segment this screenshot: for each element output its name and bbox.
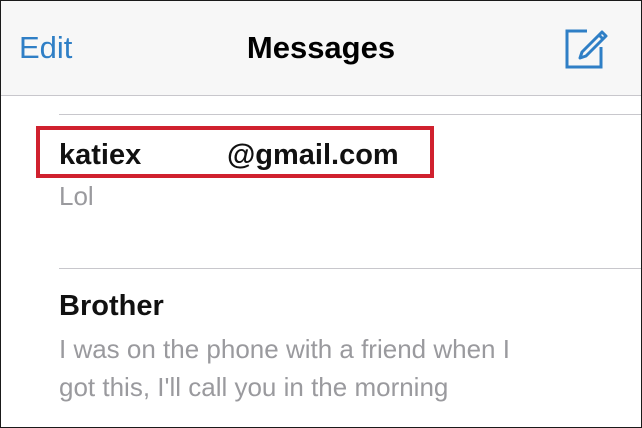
message-preview-line: got this, I'll call you in the morning xyxy=(59,372,449,402)
list-separator xyxy=(59,114,641,115)
list-separator xyxy=(59,268,641,269)
sender-name: Brother xyxy=(59,290,164,322)
page-title: Messages xyxy=(246,30,396,65)
message-preview-line: I was on the phone with a friend when I xyxy=(59,334,510,364)
compose-icon[interactable] xyxy=(561,23,611,73)
highlight-box xyxy=(36,126,434,178)
message-preview: Lol xyxy=(59,181,94,211)
messages-screen: Edit Messages katiex @gmail.com Lol Brot… xyxy=(0,0,642,428)
navigation-bar: Edit Messages xyxy=(1,1,641,96)
